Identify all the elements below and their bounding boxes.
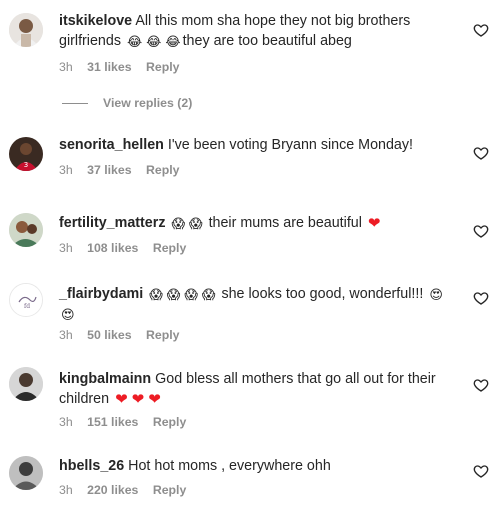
avatar[interactable]: [9, 213, 43, 247]
comment-body: kingbalmainn God bless all mothers that …: [59, 370, 459, 409]
comment-time: 3h: [59, 60, 73, 74]
laughing-emoji: 😂: [146, 34, 162, 50]
red-heart-emoji: ❤: [131, 389, 145, 408]
avatar[interactable]: 3: [9, 137, 43, 171]
comment-time: 3h: [59, 483, 73, 497]
comment-username[interactable]: kingbalmainn: [59, 371, 151, 387]
comment-body: itskikelove All this mom sha hope they n…: [59, 12, 459, 51]
comment-username[interactable]: fertility_matterz: [59, 215, 165, 231]
comment-username[interactable]: _flairbydami: [59, 286, 143, 302]
comment-username[interactable]: itskikelove: [59, 13, 132, 29]
heart-icon[interactable]: [473, 290, 489, 306]
heart-eyes-emoji: 😍: [429, 288, 443, 303]
comment-meta: 3h 50 likes Reply: [59, 328, 190, 342]
comment-likes[interactable]: 220 likes: [87, 483, 138, 497]
comment-likes[interactable]: 151 likes: [87, 415, 138, 429]
shocked-emoji: 😱: [189, 217, 203, 232]
comment-text: Hot hot moms , everywhere ohh: [128, 458, 331, 474]
red-heart-emoji: ❤: [148, 389, 161, 408]
view-replies-button[interactable]: View replies (2): [62, 96, 192, 110]
heart-icon[interactable]: [473, 145, 489, 161]
laughing-emoji: 😂: [165, 34, 181, 50]
shocked-emoji: 😱: [201, 288, 216, 303]
view-replies-label: View replies (2): [103, 96, 193, 110]
shocked-emoji: 😱: [149, 288, 163, 303]
reply-button[interactable]: Reply: [146, 163, 180, 177]
avatar[interactable]: [9, 456, 43, 490]
reply-button[interactable]: Reply: [153, 415, 187, 429]
red-heart-emoji: ❤: [367, 214, 381, 232]
comment-meta: 3h 37 likes Reply: [59, 163, 190, 177]
reply-button[interactable]: Reply: [153, 241, 187, 255]
laughing-emoji: 😂: [126, 34, 143, 50]
comment-body: senorita_hellen I've been voting Bryann …: [59, 136, 459, 156]
comment-text: they are too beautiful abeg: [182, 32, 352, 49]
red-heart-emoji: ❤: [115, 389, 128, 408]
comment-text: I've been voting Bryann since Monday!: [167, 137, 414, 153]
divider-line: [62, 102, 88, 104]
reply-button[interactable]: Reply: [153, 483, 187, 497]
comment-likes[interactable]: 31 likes: [87, 60, 131, 74]
shocked-emoji: 😱: [171, 217, 186, 232]
heart-icon[interactable]: [473, 22, 489, 38]
comment-likes[interactable]: 37 likes: [87, 163, 131, 177]
avatar[interactable]: [9, 13, 43, 47]
comment-meta: 3h 31 likes Reply: [59, 60, 190, 74]
comment-time: 3h: [59, 415, 73, 429]
comment-time: 3h: [59, 328, 73, 342]
comment-body: hbells_26 Hot hot moms , everywhere ohh: [59, 457, 459, 477]
comment-body: fertility_matterz 😱 😱 their mums are beau…: [59, 214, 459, 234]
shocked-emoji: 😱: [184, 288, 198, 303]
avatar[interactable]: fd: [9, 283, 43, 317]
comment-meta: 3h 151 likes Reply: [59, 415, 197, 429]
comment-time: 3h: [59, 241, 73, 255]
comment-body: _flairbydami 😱 😱 😱 😱 she looks too good, wo…: [59, 285, 459, 324]
heart-icon[interactable]: [473, 463, 489, 479]
comment-text: she looks too good, wonderful!!!: [221, 286, 424, 302]
avatar[interactable]: [9, 367, 43, 401]
comment-likes[interactable]: 108 likes: [87, 241, 138, 255]
heart-icon[interactable]: [473, 377, 489, 393]
svg-text:fd: fd: [24, 303, 30, 310]
comment-meta: 3h 108 likes Reply: [59, 241, 197, 255]
heart-icon[interactable]: [473, 223, 489, 239]
comment-meta: 3h 220 likes Reply: [59, 483, 197, 497]
svg-text:3: 3: [24, 161, 28, 169]
comment-time: 3h: [59, 163, 73, 177]
reply-button[interactable]: Reply: [146, 328, 180, 342]
shocked-emoji: 😱: [166, 288, 181, 303]
comment-likes[interactable]: 50 likes: [87, 328, 131, 342]
comment-username[interactable]: hbells_26: [59, 458, 124, 474]
reply-button[interactable]: Reply: [146, 60, 180, 74]
comment-text: their mums are beautiful: [208, 215, 362, 231]
heart-eyes-emoji: 😍: [61, 307, 75, 323]
comment-username[interactable]: senorita_hellen: [59, 137, 164, 153]
